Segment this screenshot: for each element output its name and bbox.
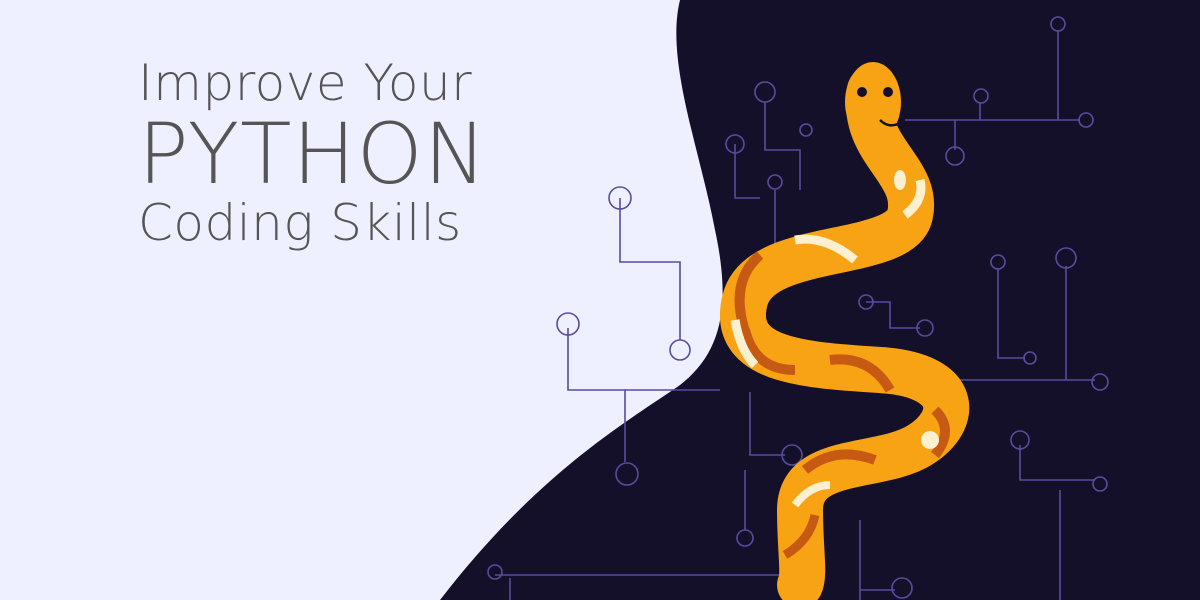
headline-line-3: Coding Skills xyxy=(138,194,462,252)
snake-eye-icon xyxy=(857,87,867,97)
snake-spot xyxy=(921,431,939,449)
snake-head xyxy=(845,62,901,142)
snake-eye-icon xyxy=(883,87,893,97)
snake-spot xyxy=(894,170,906,190)
banner: Improve Your PYTHON Coding Skills xyxy=(0,0,1200,600)
headline-line-1: Improve Your xyxy=(138,54,473,112)
headline-line-2: PYTHON xyxy=(138,105,488,203)
headline: Improve Your PYTHON Coding Skills xyxy=(138,58,488,248)
